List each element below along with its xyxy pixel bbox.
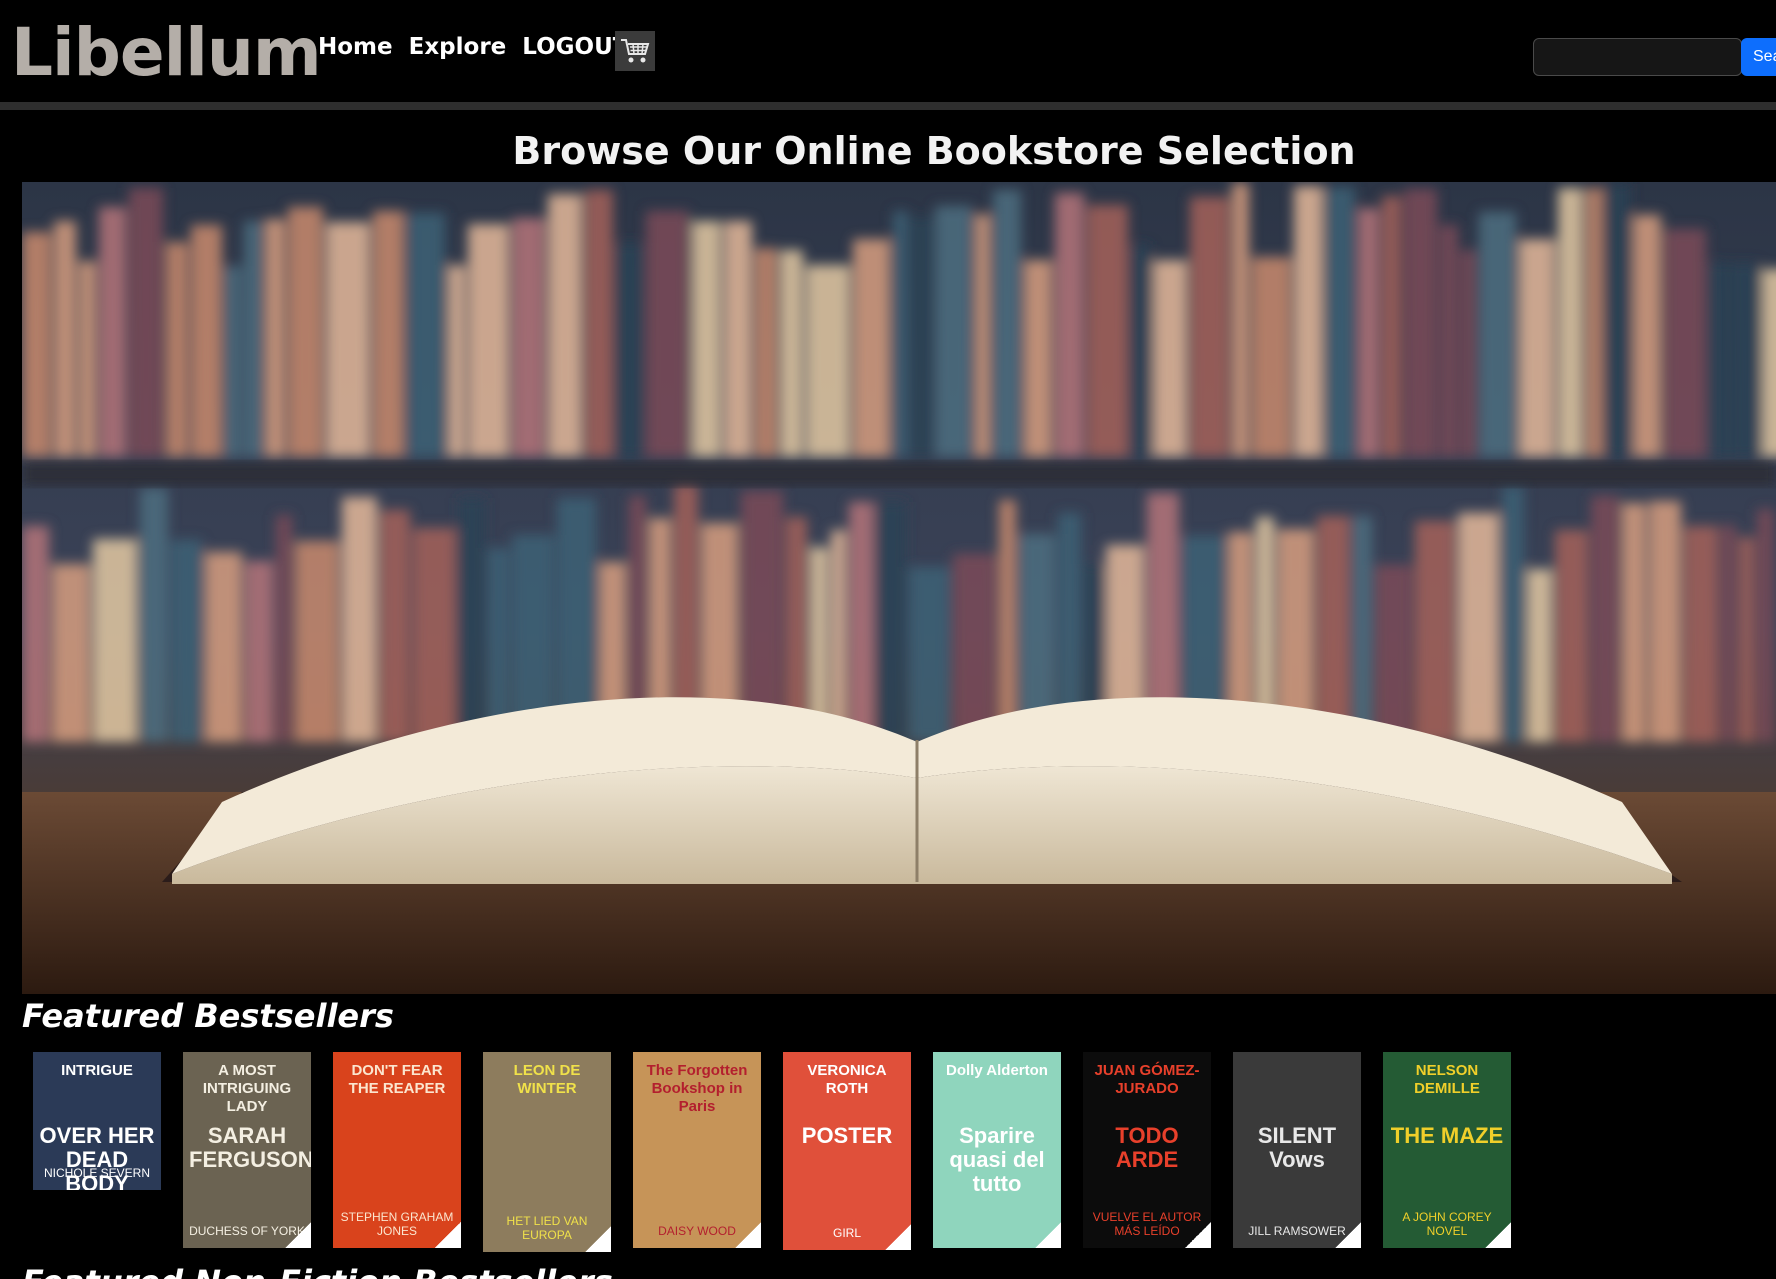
book-line-2: Sparire quasi del tutto [949, 1123, 1045, 1196]
book-line-2: OVER HER DEAD BODY [39, 1123, 155, 1191]
book-line-1: NELSON DEMILLE [1414, 1062, 1480, 1097]
book-cover[interactable]: A MOST INTRIGUING LADY SARAH FERGUSON DUCH… [183, 1052, 311, 1248]
page-title: Browse Our Online Bookstore Selection [512, 129, 1356, 173]
book-cover[interactable]: Dolly Alderton Sparire quasi del tutto [933, 1052, 1061, 1248]
book-line-1: JUAN GÓMEZ-JURADO [1094, 1062, 1200, 1097]
page-curl-icon [285, 1222, 311, 1248]
page-curl-icon [1335, 1222, 1361, 1248]
page-curl-icon [885, 1224, 911, 1250]
site-logo[interactable]: Libellum [11, 8, 322, 98]
book-line-1: DON'T FEAR THE REAPER [348, 1062, 446, 1097]
book-line-1: LEON DE WINTER [513, 1062, 581, 1097]
cart-button[interactable] [615, 31, 655, 71]
shopping-cart-icon [621, 39, 650, 63]
book-line-2: TODO ARDE [1115, 1123, 1179, 1172]
book-line-2: SILENT Vows [1257, 1123, 1337, 1172]
book-line-1: Dolly Alderton [946, 1062, 1048, 1079]
hero-banner-image [22, 182, 1776, 994]
book-cover[interactable]: DON'T FEAR THE REAPER STEPHEN GRAHAM JONE… [333, 1052, 461, 1248]
book-line-2: THE MAZE [1390, 1123, 1504, 1148]
page-curl-icon [1485, 1222, 1511, 1248]
book-line-1: INTRIGUE [61, 1062, 133, 1079]
main-nav: Home Explore LOGOUT [318, 30, 628, 64]
page-curl-icon [1185, 1222, 1211, 1248]
search-button[interactable]: Sea [1741, 38, 1776, 76]
book-cover[interactable]: LEON DE WINTER HET LIED VAN EUROPA [483, 1052, 611, 1252]
page-curl-icon [1035, 1222, 1061, 1248]
page-curl-icon [585, 1226, 611, 1252]
book-cover[interactable]: VERONICA ROTH POSTER GIRL [783, 1052, 911, 1250]
bookshelf-photo [22, 182, 1776, 994]
featured-bestsellers-heading: Featured Bestsellers [22, 997, 394, 1035]
book-line-1: A MOST INTRIGUING LADY [202, 1062, 292, 1115]
page-curl-icon [735, 1222, 761, 1248]
nav-explore-link[interactable]: Explore [409, 30, 507, 64]
book-line-1: VERONICA ROTH [807, 1062, 887, 1097]
top-navbar: Libellum Home Explore LOGOUT Sea [0, 0, 1776, 102]
book-line-1: The Forgotten Bookshop in Paris [646, 1062, 748, 1115]
book-line-3: NICHOLE SEVERN [43, 1166, 151, 1180]
book-line-2: SARAH FERGUSON [189, 1123, 311, 1172]
featured-nonfiction-heading: Featured Non-Fiction Bestsellers [22, 1262, 613, 1279]
book-cover[interactable]: NELSON DEMILLE THE MAZE A JOHN COREY NOVEL [1383, 1052, 1511, 1248]
nav-logout-link[interactable]: LOGOUT [522, 30, 628, 64]
book-cover[interactable]: INTRIGUE OVER HER DEAD BODY NICHOLE SEVERN [33, 1052, 161, 1190]
book-cover[interactable]: The Forgotten Bookshop in Paris DAISY WOO… [633, 1052, 761, 1248]
book-cover[interactable]: SILENT Vows JILL RAMSOWER [1233, 1052, 1361, 1248]
nav-home-link[interactable]: Home [318, 30, 393, 64]
book-line-2: POSTER [801, 1123, 893, 1148]
page-curl-icon [435, 1222, 461, 1248]
header-divider [0, 102, 1776, 110]
search-input[interactable] [1533, 38, 1742, 76]
book-cover[interactable]: JUAN GÓMEZ-JURADO TODO ARDE VUELVE EL AUTO… [1083, 1052, 1211, 1248]
